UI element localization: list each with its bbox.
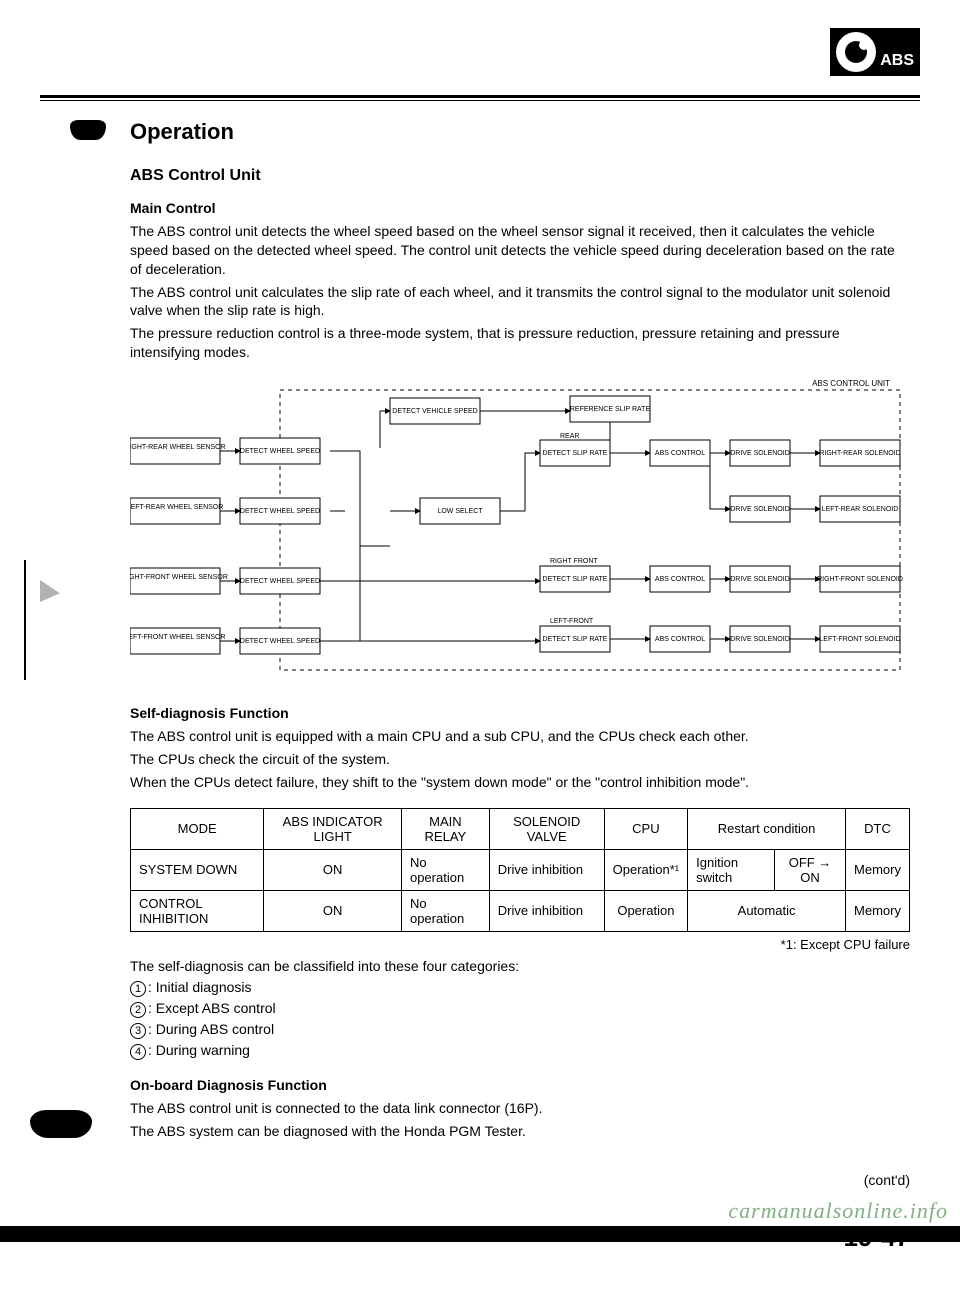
svg-text:LEFT-FRONT WHEEL SENSOR: LEFT-FRONT WHEEL SENSOR: [130, 634, 226, 641]
table-row: SYSTEM DOWN ON No operation Drive inhibi…: [131, 849, 910, 890]
cell-light: ON: [264, 890, 402, 931]
svg-text:LEFT-FRONT SOLENOID: LEFT-FRONT SOLENOID: [819, 636, 900, 643]
cell-cpu: Operation*¹: [604, 849, 687, 890]
categories-section: The self-diagnosis can be classifield in…: [130, 957, 910, 1060]
table-row: CONTROL INHIBITION ON No operation Drive…: [131, 890, 910, 931]
col-mode: MODE: [131, 808, 264, 849]
footer-bar: [0, 1226, 960, 1242]
svg-text:RIGHT-FRONT SOLENOID: RIGHT-FRONT SOLENOID: [817, 576, 903, 583]
svg-text:ABS CONTROL: ABS CONTROL: [655, 450, 705, 457]
svg-text:DETECT WHEEL SPEED: DETECT WHEEL SPEED: [240, 578, 320, 585]
svg-text:ABS CONTROL: ABS CONTROL: [655, 636, 705, 643]
main-control-title: Main Control: [130, 199, 910, 218]
main-control-section: Main Control The ABS control unit detect…: [130, 199, 910, 362]
body-text: The ABS control unit is connected to the…: [130, 1099, 910, 1118]
svg-text:DETECT WHEEL SPEED: DETECT WHEEL SPEED: [240, 638, 320, 645]
categories-intro: The self-diagnosis can be classifield in…: [130, 957, 910, 976]
svg-text:DETECT WHEEL SPEED: DETECT WHEEL SPEED: [240, 508, 320, 515]
binding-mark: [24, 560, 26, 680]
diagram-title: ABS CONTROL UNIT: [812, 379, 890, 388]
svg-text:DETECT SLIP RATE: DETECT SLIP RATE: [543, 576, 608, 583]
abs-badge: ABS: [830, 28, 920, 76]
svg-text:DETECT VEHICLE SPEED: DETECT VEHICLE SPEED: [392, 408, 477, 415]
body-text: The ABS control unit calculates the slip…: [130, 283, 910, 321]
cell-cpu: Operation: [604, 890, 687, 931]
sensor-left-rear: LEFT-REAR WHEEL SENSOR: [130, 498, 223, 524]
cell-relay: No operation: [401, 849, 489, 890]
svg-text:ABS CONTROL: ABS CONTROL: [655, 576, 705, 583]
col-valve: SOLENOID VALVE: [489, 808, 604, 849]
svg-text:REAR: REAR: [560, 433, 579, 440]
col-dtc: DTC: [846, 808, 910, 849]
sensor-right-rear: RIGHT-REAR WHEEL SENSOR: [130, 438, 226, 464]
col-light: ABS INDICATOR LIGHT: [264, 808, 402, 849]
svg-text:RIGHT-REAR WHEEL SENSOR: RIGHT-REAR WHEEL SENSOR: [130, 444, 226, 451]
cell-restart-b: OFF → ON: [775, 849, 846, 890]
cell-relay: No operation: [401, 890, 489, 931]
page-title: Operation: [130, 119, 910, 145]
cell-dtc: Memory: [846, 849, 910, 890]
table-footnote: *1: Except CPU failure: [130, 936, 910, 954]
col-cpu: CPU: [604, 808, 687, 849]
cell-dtc: Memory: [846, 890, 910, 931]
svg-text:LEFT-REAR WHEEL SENSOR: LEFT-REAR WHEEL SENSOR: [130, 504, 223, 511]
svg-text:DETECT SLIP RATE: DETECT SLIP RATE: [543, 636, 608, 643]
category-item: 3: During ABS control: [130, 1020, 910, 1039]
watermark: carmanualsonline.info: [728, 1198, 948, 1224]
svg-text:DRIVE SOLENOID: DRIVE SOLENOID: [730, 450, 790, 457]
svg-text:DETECT SLIP RATE: DETECT SLIP RATE: [543, 450, 608, 457]
body-text: The ABS control unit detects the wheel s…: [130, 222, 910, 279]
body-text: The ABS control unit is equipped with a …: [130, 727, 910, 746]
category-item: 1: Initial diagnosis: [130, 978, 910, 997]
abs-badge-label: ABS: [880, 52, 914, 70]
svg-text:DRIVE SOLENOID: DRIVE SOLENOID: [730, 636, 790, 643]
self-diagnosis-section: Self-diagnosis Function The ABS control …: [130, 704, 910, 792]
body-text: The pressure reduction control is a thre…: [130, 324, 910, 362]
category-item: 4: During warning: [130, 1041, 910, 1060]
cell-light: ON: [264, 849, 402, 890]
thumb-tab-icon: [70, 120, 106, 140]
modes-table: MODE ABS INDICATOR LIGHT MAIN RELAY SOLE…: [130, 808, 910, 932]
svg-text:DRIVE SOLENOID: DRIVE SOLENOID: [730, 576, 790, 583]
body-text: The CPUs check the circuit of the system…: [130, 750, 910, 769]
svg-text:DETECT WHEEL SPEED: DETECT WHEEL SPEED: [240, 448, 320, 455]
wheel-icon: [836, 32, 876, 72]
svg-text:LEFT-FRONT: LEFT-FRONT: [550, 618, 594, 625]
cell-restart-a: Ignition switch: [688, 849, 775, 890]
thumb-tab-icon: [30, 1110, 92, 1138]
svg-text:DRIVE SOLENOID: DRIVE SOLENOID: [730, 506, 790, 513]
svg-text:LEFT-REAR SOLENOID: LEFT-REAR SOLENOID: [822, 506, 899, 513]
svg-text:LOW SELECT: LOW SELECT: [437, 508, 483, 515]
onboard-title: On-board Diagnosis Function: [130, 1076, 910, 1095]
sensor-right-front: RIGHT-FRONT WHEEL SENSOR: [130, 568, 228, 594]
svg-text:RIGHT FRONT: RIGHT FRONT: [550, 558, 598, 565]
cell-mode: CONTROL INHIBITION: [131, 890, 264, 931]
abs-control-diagram: ABS CONTROL UNIT RIGHT-REAR WHEEL SENSOR…: [130, 378, 910, 678]
section-title: ABS Control Unit: [130, 167, 910, 185]
svg-text:RIGHT-FRONT WHEEL SENSOR: RIGHT-FRONT WHEEL SENSOR: [130, 574, 228, 581]
cell-mode: SYSTEM DOWN: [131, 849, 264, 890]
body-text: When the CPUs detect failure, they shift…: [130, 773, 910, 792]
divider-thin: [40, 100, 920, 101]
cell-restart: Automatic: [688, 890, 846, 931]
sensor-left-front: LEFT-FRONT WHEEL SENSOR: [130, 628, 226, 654]
body-text: The ABS system can be diagnosed with the…: [130, 1122, 910, 1141]
cell-valve: Drive inhibition: [489, 890, 604, 931]
svg-text:REFERENCE SLIP RATE: REFERENCE SLIP RATE: [570, 406, 651, 413]
self-diag-title: Self-diagnosis Function: [130, 704, 910, 723]
cell-valve: Drive inhibition: [489, 849, 604, 890]
col-restart: Restart condition: [688, 808, 846, 849]
continued-label: (cont'd): [130, 1171, 910, 1190]
category-item: 2: Except ABS control: [130, 999, 910, 1018]
table-header-row: MODE ABS INDICATOR LIGHT MAIN RELAY SOLE…: [131, 808, 910, 849]
svg-text:RIGHT-REAR SOLENOID: RIGHT-REAR SOLENOID: [819, 450, 900, 457]
divider-thick: [40, 95, 920, 98]
onboard-section: On-board Diagnosis Function The ABS cont…: [130, 1076, 910, 1141]
col-relay: MAIN RELAY: [401, 808, 489, 849]
